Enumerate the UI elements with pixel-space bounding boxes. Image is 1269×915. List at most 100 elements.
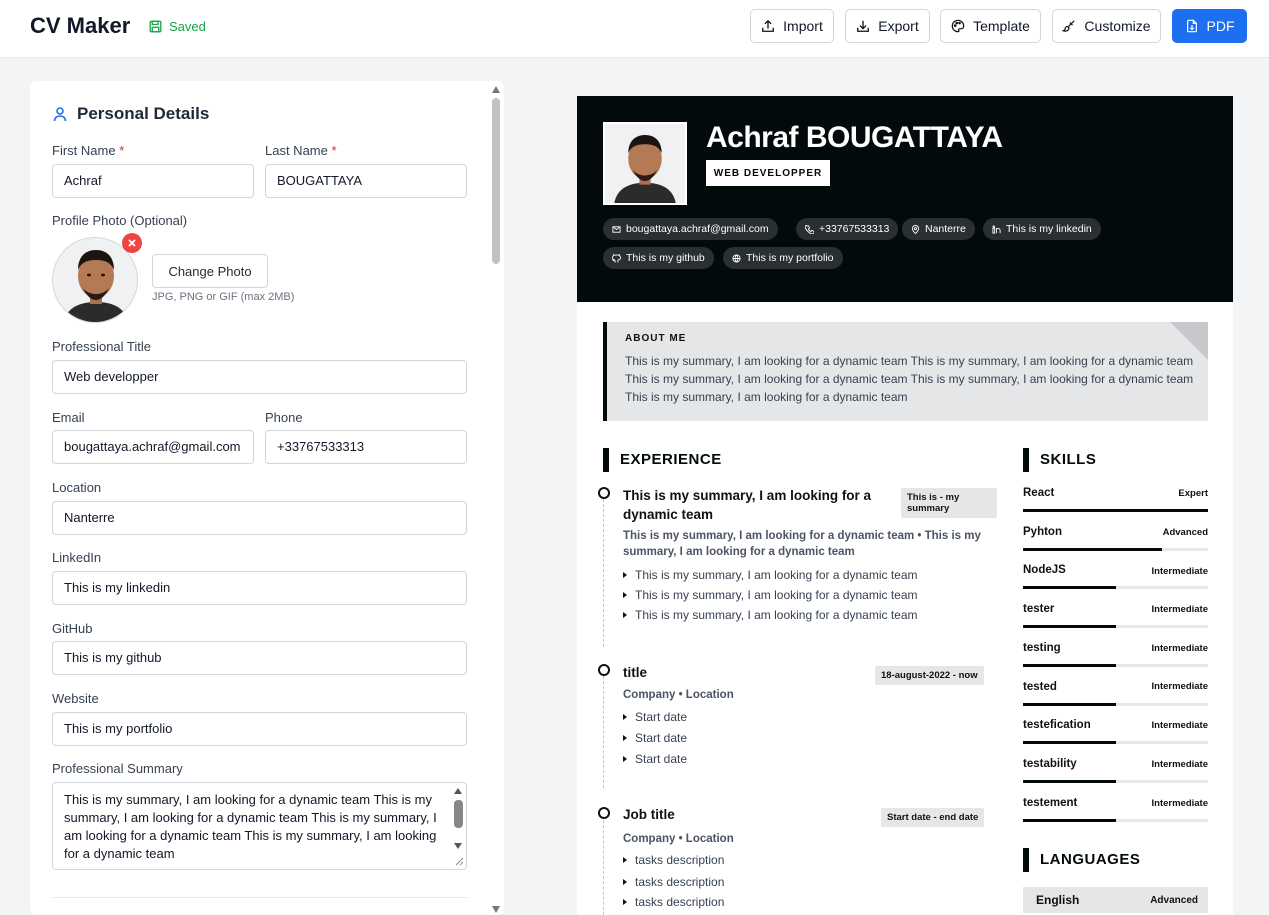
skill-level: Intermediate <box>1151 759 1209 770</box>
change-photo-button[interactable]: Change Photo <box>152 254 268 288</box>
job-date: 18-august-2022 - now <box>875 666 984 685</box>
contact-linkedin-text: This is my linkedin <box>1006 223 1092 235</box>
language-name: English <box>1036 893 1080 907</box>
email-label: Email <box>52 410 85 425</box>
job-bullet-text: Start date <box>635 752 688 766</box>
saved-label: Saved <box>169 19 206 34</box>
about-me-heading: ABOUT ME <box>625 333 687 344</box>
textarea-scroll-down-icon[interactable] <box>454 843 462 849</box>
timeline-dot <box>598 487 610 499</box>
phone-field[interactable]: +33767533313 <box>265 430 467 464</box>
github-input[interactable]: This is my github <box>52 641 467 675</box>
skill-fill <box>1023 664 1116 667</box>
contact-chip-github: This is my github <box>603 247 714 269</box>
job-bullet: tasks description <box>623 895 724 909</box>
skill-fill <box>1023 548 1162 551</box>
job-subtitle: Company • Location <box>623 689 734 701</box>
required-mark: * <box>119 143 125 158</box>
import-button[interactable]: Import <box>750 9 834 43</box>
skill-bar <box>1023 548 1208 551</box>
linkedin-input[interactable]: This is my linkedin <box>52 571 467 605</box>
panel-scrollbar-thumb[interactable] <box>492 98 500 264</box>
contact-chip-portfolio: This is my portfolio <box>723 247 843 269</box>
app-title: CV Maker <box>30 13 131 38</box>
bullet-icon <box>623 899 627 905</box>
professional-title-input[interactable]: Web developper <box>52 360 467 394</box>
skill-name: Pyhton <box>1023 526 1062 538</box>
timeline-line <box>603 499 604 647</box>
job-bullet: This is my summary, I am looking for a d… <box>623 568 918 582</box>
job-date: This is - my summary <box>901 488 997 518</box>
skill-fill <box>1023 819 1116 822</box>
job-bullet-text: Start date <box>635 710 688 724</box>
timeline-dot <box>598 664 610 676</box>
skill-bar <box>1023 625 1208 628</box>
bullet-icon <box>623 572 627 578</box>
job-bullet-text: tasks description <box>635 853 725 867</box>
cv-job-title: WEB DEVELOPPER <box>706 160 830 186</box>
export-button[interactable]: Export <box>845 9 930 43</box>
customize-button[interactable]: Customize <box>1052 9 1161 43</box>
skill-level: Intermediate <box>1151 798 1209 809</box>
bullet-icon <box>623 857 627 863</box>
job-title: title <box>623 665 648 680</box>
job-subtitle: This is my summary, I am looking for a d… <box>623 530 981 558</box>
skill-bar <box>1023 586 1208 589</box>
skill-fill <box>1023 509 1208 512</box>
job-bullet: tasks description <box>623 853 724 867</box>
contact-chip-phone: +33767533313 <box>796 218 899 240</box>
job-bullet-text: tasks description <box>635 895 725 909</box>
last-name-input[interactable]: BOUGATTAYA <box>265 164 467 198</box>
first-name-input[interactable]: Achraf <box>52 164 254 198</box>
last-name-label: Last Name * <box>265 143 337 158</box>
panel-scroll-up-icon[interactable] <box>492 86 500 93</box>
job-bullet-text: This is my summary, I am looking for a d… <box>635 588 918 602</box>
panel-scroll-down-icon[interactable] <box>492 906 500 913</box>
languages-heading: LANGUAGES <box>1023 848 1140 872</box>
about-me-text: This is my summary, I am looking for a d… <box>625 354 1194 404</box>
job-bullet-text: This is my summary, I am looking for a d… <box>635 608 918 622</box>
email-field[interactable]: bougattaya.achraf@gmail.com <box>52 430 254 464</box>
download-icon <box>857 20 870 32</box>
skill-level: Intermediate <box>1151 643 1209 654</box>
professional-summary-textarea[interactable]: This is my summary, I am looking for a d… <box>52 782 467 870</box>
contact-email-text: bougattaya.achraf@gmail.com <box>626 223 769 235</box>
remove-photo-button[interactable] <box>122 233 142 253</box>
job-bullet: Start date <box>623 710 687 724</box>
textarea-scrollbar-thumb[interactable] <box>454 800 463 828</box>
job-bullet-text: Start date <box>635 731 688 745</box>
user-icon <box>53 107 67 122</box>
skill-fill <box>1023 780 1116 783</box>
skill-level: Intermediate <box>1151 681 1209 692</box>
pdf-button[interactable]: PDF <box>1172 9 1247 43</box>
upload-icon <box>762 19 775 32</box>
template-button[interactable]: Template <box>940 9 1041 43</box>
job-title: This is my summary, I am looking for a d… <box>623 488 872 522</box>
location-input[interactable]: Nanterre <box>52 501 467 535</box>
skill-name: testefication <box>1023 719 1091 731</box>
linkedin-label: LinkedIn <box>52 550 102 565</box>
website-input[interactable]: This is my portfolio <box>52 712 467 746</box>
mail-icon <box>612 225 621 233</box>
skill-level: Advanced <box>1162 527 1208 538</box>
timeline-dot <box>598 807 610 819</box>
top-bar: CV Maker Saved Import Export Template Cu… <box>0 0 1269 58</box>
timeline-line <box>603 676 604 788</box>
file-icon <box>1186 19 1197 33</box>
globe-icon <box>732 253 741 263</box>
floppy-disk-icon <box>149 20 162 33</box>
contact-chip-linkedin: This is my linkedin <box>983 218 1101 240</box>
resize-handle-icon[interactable] <box>454 856 464 866</box>
job-subtitle: Company • Location <box>623 833 734 845</box>
contact-location-text: Nanterre <box>925 223 966 235</box>
bullet-icon <box>623 735 627 741</box>
skills-heading: SKILLS <box>1023 448 1096 472</box>
skill-level: Intermediate <box>1151 720 1209 731</box>
github-label: GitHub <box>52 621 93 636</box>
job-bullet: Start date <box>623 752 687 766</box>
textarea-scroll-up-icon[interactable] <box>454 788 462 794</box>
bullet-icon <box>623 714 627 720</box>
job-bullet: Start date <box>623 731 687 745</box>
skill-name: testability <box>1023 758 1077 770</box>
last-name-label-text: Last Name <box>265 143 328 158</box>
